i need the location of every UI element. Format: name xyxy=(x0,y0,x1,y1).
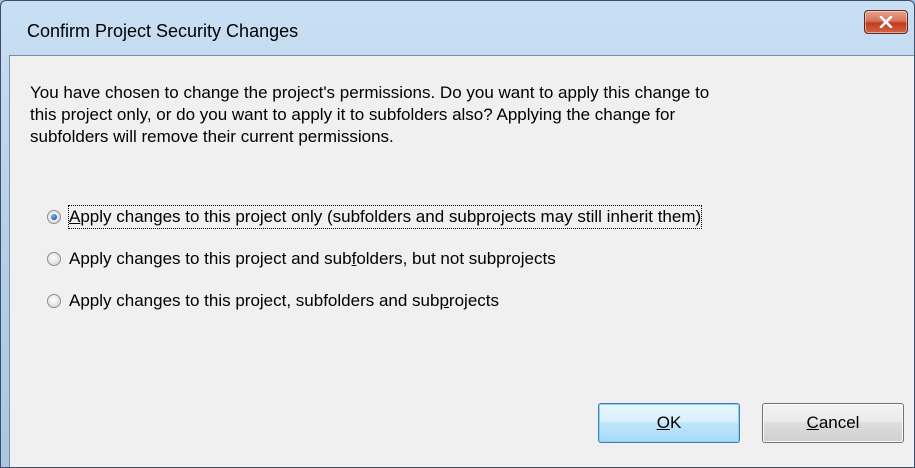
radio-label[interactable]: Apply changes to this project only (subf… xyxy=(67,205,703,229)
radio-button-checked[interactable] xyxy=(47,210,61,224)
radio-button[interactable] xyxy=(47,252,61,266)
ok-button[interactable]: OK xyxy=(598,403,740,443)
message-line: this project only, or do you want to app… xyxy=(30,105,676,124)
dialog-window: Confirm Project Security Changes You hav… xyxy=(0,0,915,468)
mnemonic-char: p xyxy=(439,291,449,310)
radio-option-project-and-subfolders[interactable]: Apply changes to this project and subfol… xyxy=(47,247,556,271)
radio-label[interactable]: Apply changes to this project, subfolder… xyxy=(69,290,499,312)
close-button[interactable] xyxy=(864,10,908,34)
radio-label[interactable]: Apply changes to this project and subfol… xyxy=(69,248,556,270)
message-text: You have chosen to change the project's … xyxy=(30,82,910,148)
mnemonic-char: A xyxy=(69,207,81,226)
radio-button[interactable] xyxy=(47,294,61,308)
cancel-button[interactable]: Cancel xyxy=(762,403,904,443)
close-icon xyxy=(879,16,893,28)
radio-option-project-subfolders-subprojects[interactable]: Apply changes to this project, subfolder… xyxy=(47,289,499,313)
message-line: You have chosen to change the project's … xyxy=(30,83,710,102)
title-bar[interactable]: Confirm Project Security Changes xyxy=(1,1,914,41)
radio-option-project-only[interactable]: Apply changes to this project only (subf… xyxy=(47,205,703,229)
dialog-title: Confirm Project Security Changes xyxy=(27,21,299,41)
message-line: subfolders will remove their current per… xyxy=(30,127,394,146)
